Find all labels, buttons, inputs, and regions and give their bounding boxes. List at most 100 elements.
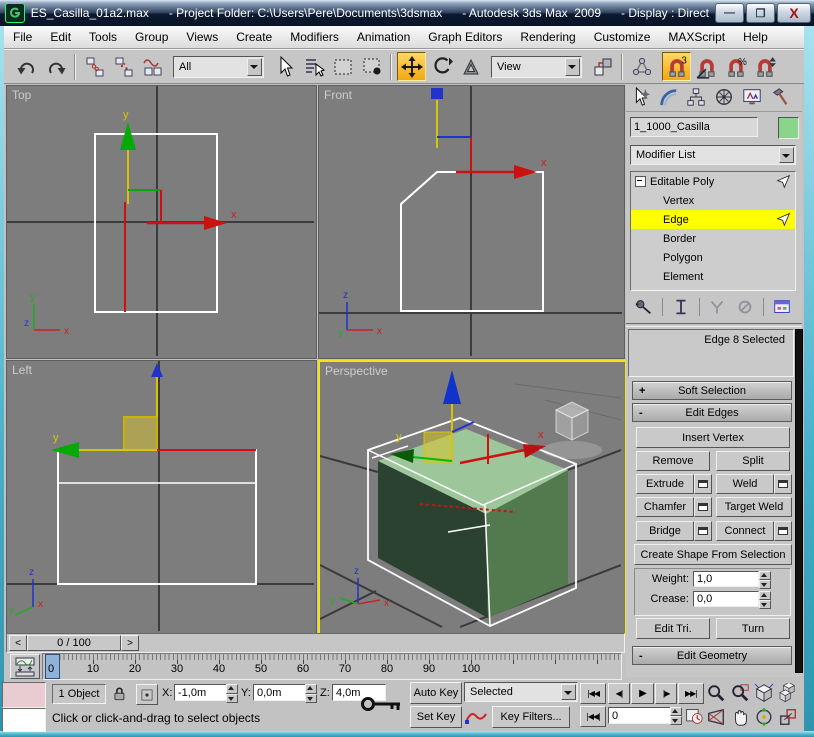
menu-customize[interactable]: Customize bbox=[585, 26, 660, 48]
current-frame-field[interactable] bbox=[608, 707, 674, 724]
bridge-button[interactable]: Bridge bbox=[636, 521, 694, 541]
remove-button[interactable]: Remove bbox=[636, 451, 710, 471]
select-and-link-button[interactable] bbox=[81, 53, 108, 80]
track-bar-ruler[interactable]: 0 10 20 30 40 50 60 70 80 90 100 bbox=[42, 653, 622, 680]
menu-group[interactable]: Group bbox=[126, 26, 177, 48]
viewport-perspective[interactable]: y x z x y Perspective bbox=[318, 360, 627, 636]
frame-spinner[interactable] bbox=[670, 707, 682, 725]
chamfer-button[interactable]: Chamfer bbox=[636, 497, 694, 517]
bind-to-space-warp-button[interactable] bbox=[139, 53, 166, 80]
maximize-button[interactable]: ❐ bbox=[746, 3, 775, 23]
viewport-front[interactable]: x z x y Front bbox=[318, 85, 625, 359]
collapse-box[interactable] bbox=[635, 176, 646, 187]
stack-row-polygon[interactable]: Polygon bbox=[631, 248, 795, 267]
tab-motion[interactable] bbox=[710, 85, 738, 109]
time-slider-handle[interactable]: 0 / 100 bbox=[27, 635, 121, 651]
viewport-left-label[interactable]: Left bbox=[12, 363, 32, 377]
time-slider-next-key-button[interactable]: > bbox=[121, 635, 139, 651]
select-and-scale-button[interactable] bbox=[457, 53, 484, 80]
tab-hierarchy[interactable] bbox=[682, 85, 710, 109]
stack-row-element[interactable]: Element bbox=[631, 267, 795, 286]
go-to-end-button[interactable]: ▶▶| bbox=[678, 683, 704, 704]
reference-coordinate-system-dropdown[interactable]: View bbox=[491, 56, 582, 78]
go-to-start-button[interactable]: |◀◀ bbox=[580, 683, 606, 704]
time-slider-prev-key-button[interactable]: < bbox=[9, 635, 27, 651]
viewport-top-label[interactable]: Top bbox=[12, 88, 31, 102]
menu-file[interactable]: File bbox=[4, 26, 41, 48]
time-configuration-button[interactable] bbox=[684, 706, 704, 726]
select-and-manipulate-button[interactable] bbox=[628, 53, 655, 80]
chamfer-settings-button[interactable] bbox=[694, 497, 712, 517]
pan-hand-button[interactable] bbox=[728, 706, 751, 727]
selection-set-dropdown[interactable]: Selected bbox=[464, 682, 578, 702]
configure-modifier-sets-icon[interactable] bbox=[772, 297, 792, 317]
rectangular-selection-region-button[interactable] bbox=[329, 53, 356, 80]
select-by-name-button[interactable] bbox=[300, 53, 327, 80]
object-name-field[interactable] bbox=[630, 117, 758, 137]
close-button[interactable]: X bbox=[777, 3, 811, 23]
zoom-all-button[interactable] bbox=[728, 682, 751, 703]
menu-views[interactable]: Views bbox=[177, 26, 227, 48]
y-spinner[interactable] bbox=[305, 684, 317, 703]
stack-row-border[interactable]: Border bbox=[631, 229, 795, 248]
y-coordinate-field[interactable] bbox=[253, 684, 309, 701]
weld-button[interactable]: Weld bbox=[716, 474, 774, 494]
command-panel-scrollbar[interactable] bbox=[795, 329, 803, 673]
snaps-toggle-3d[interactable]: 3 bbox=[662, 52, 691, 81]
soft-selection-rollout-header[interactable]: + Soft Selection bbox=[632, 381, 792, 400]
tab-display[interactable] bbox=[738, 85, 766, 109]
maxscript-mini-listener-white[interactable] bbox=[2, 708, 46, 732]
target-weld-button[interactable]: Target Weld bbox=[716, 497, 792, 517]
perspective-viewport-canvas[interactable]: y x z x y bbox=[320, 362, 621, 630]
remove-modifier-icon[interactable] bbox=[735, 297, 755, 317]
create-shape-from-selection-button[interactable]: Create Shape From Selection bbox=[634, 544, 792, 565]
connect-button[interactable]: Connect bbox=[716, 521, 774, 541]
connect-settings-button[interactable] bbox=[774, 521, 792, 541]
extrude-settings-button[interactable] bbox=[694, 474, 712, 494]
selection-filter-dropdown[interactable]: All bbox=[173, 56, 264, 78]
spinner-snap-toggle[interactable] bbox=[751, 53, 778, 80]
pin-stack-icon[interactable] bbox=[634, 297, 654, 317]
weight-spinner[interactable] bbox=[759, 571, 771, 589]
left-viewport-canvas[interactable]: y z y x bbox=[7, 361, 314, 631]
x-spinner[interactable] bbox=[226, 684, 238, 703]
undo-button[interactable] bbox=[13, 53, 40, 80]
x-coordinate-field[interactable] bbox=[174, 684, 230, 701]
zoom-extents-button[interactable] bbox=[752, 682, 775, 703]
menu-modifiers[interactable]: Modifiers bbox=[281, 26, 348, 48]
menu-maxscript[interactable]: MAXScript bbox=[659, 26, 734, 48]
top-viewport-canvas[interactable]: y x y x z bbox=[7, 86, 314, 356]
edit-geometry-rollout-header[interactable]: - Edit Geometry bbox=[632, 646, 792, 665]
percent-snap-toggle[interactable]: % bbox=[722, 53, 749, 80]
tab-create[interactable] bbox=[626, 85, 654, 109]
unlink-selection-button[interactable] bbox=[110, 53, 137, 80]
menu-graph-editors[interactable]: Graph Editors bbox=[419, 26, 511, 48]
select-and-rotate-button[interactable] bbox=[428, 53, 455, 80]
modifier-list-dropdown[interactable]: Modifier List bbox=[630, 145, 796, 165]
tab-utilities[interactable] bbox=[766, 85, 794, 109]
selection-lock-icon[interactable] bbox=[110, 684, 128, 704]
menu-help[interactable]: Help bbox=[734, 26, 777, 48]
show-end-result-icon[interactable] bbox=[671, 297, 691, 317]
maxscript-mini-listener-pink[interactable] bbox=[2, 682, 46, 708]
stack-row-editable-poly[interactable]: Editable Poly bbox=[631, 172, 795, 191]
split-button[interactable]: Split bbox=[716, 451, 790, 471]
auto-key-button[interactable]: Auto Key bbox=[410, 682, 462, 704]
open-mini-curve-editor-button[interactable] bbox=[10, 654, 40, 679]
redo-button[interactable] bbox=[42, 53, 69, 80]
angle-snap-toggle[interactable] bbox=[693, 53, 720, 80]
time-slider[interactable]: < 0 / 100 > bbox=[6, 633, 625, 653]
menu-rendering[interactable]: Rendering bbox=[511, 26, 584, 48]
object-color-swatch[interactable] bbox=[778, 117, 799, 139]
stack-row-vertex[interactable]: Vertex bbox=[631, 191, 795, 210]
viewcube-ghost[interactable] bbox=[542, 402, 602, 459]
zoom-button[interactable] bbox=[704, 682, 727, 703]
bridge-settings-button[interactable] bbox=[694, 521, 712, 541]
key-mode-toggle[interactable]: |◀◀| bbox=[580, 706, 606, 727]
crease-field[interactable] bbox=[693, 591, 759, 607]
minimize-button[interactable]: — bbox=[715, 3, 744, 23]
zoom-extents-all-button[interactable] bbox=[776, 682, 799, 703]
turn-button[interactable]: Turn bbox=[716, 618, 790, 639]
tab-modify[interactable] bbox=[654, 85, 682, 109]
maximize-viewport-toggle[interactable] bbox=[776, 706, 799, 727]
